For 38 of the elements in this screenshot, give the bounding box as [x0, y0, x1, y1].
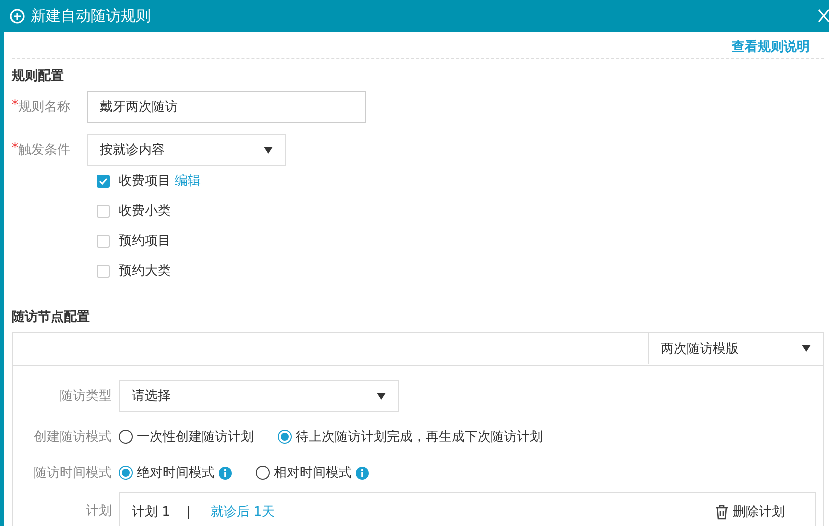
radio-label: 一次性创建随访计划: [137, 429, 254, 446]
type-select[interactable]: 请选择: [119, 380, 399, 412]
plan-name: 计划 1: [132, 504, 170, 521]
caret-icon: [264, 146, 273, 154]
radio-button[interactable]: [119, 466, 133, 480]
checkbox[interactable]: [97, 174, 110, 188]
field-label: 创建随访模式: [33, 429, 113, 446]
field-label: 随访时间模式: [33, 465, 113, 482]
radio-label: 待上次随访计划完成，再生成下次随访计划: [296, 429, 543, 446]
section-heading: 随访节点配置: [12, 308, 90, 326]
checkbox[interactable]: [97, 264, 110, 278]
trigger-select[interactable]: 按就诊内容: [87, 134, 286, 166]
checkbox-label: 收费小类: [119, 204, 171, 219]
field-label: *触发条件: [12, 141, 72, 159]
radio-label: 相对时间模式: [274, 465, 352, 482]
field-label: 随访类型: [59, 388, 113, 405]
trash-icon: [715, 504, 729, 520]
field-label: 计划: [85, 503, 113, 520]
radio-button[interactable]: [256, 466, 270, 480]
separator: |: [186, 504, 191, 520]
delete-plan-button[interactable]: 删除计划: [715, 503, 785, 521]
add-icon: [10, 8, 25, 24]
checkbox[interactable]: [97, 204, 110, 218]
checkbox-label: 收费项目: [119, 174, 171, 189]
close-icon[interactable]: [817, 9, 829, 23]
window-title: 新建自动随访规则: [31, 6, 152, 26]
radio-button[interactable]: [278, 430, 292, 444]
field-label: *规则名称: [12, 98, 72, 116]
section-heading: 规则配置: [12, 68, 64, 85]
radio-label: 绝对时间模式: [137, 465, 215, 482]
radio-button[interactable]: [119, 430, 133, 444]
checkbox[interactable]: [97, 234, 110, 248]
caret-icon: [377, 392, 386, 400]
rule-name-field[interactable]: 戴牙两次随访: [87, 91, 366, 123]
checkbox-label: 预约项目: [119, 234, 171, 249]
check-icon: [99, 178, 108, 184]
caret-icon: [802, 345, 811, 352]
checkbox-label: 预约大类: [119, 264, 171, 279]
